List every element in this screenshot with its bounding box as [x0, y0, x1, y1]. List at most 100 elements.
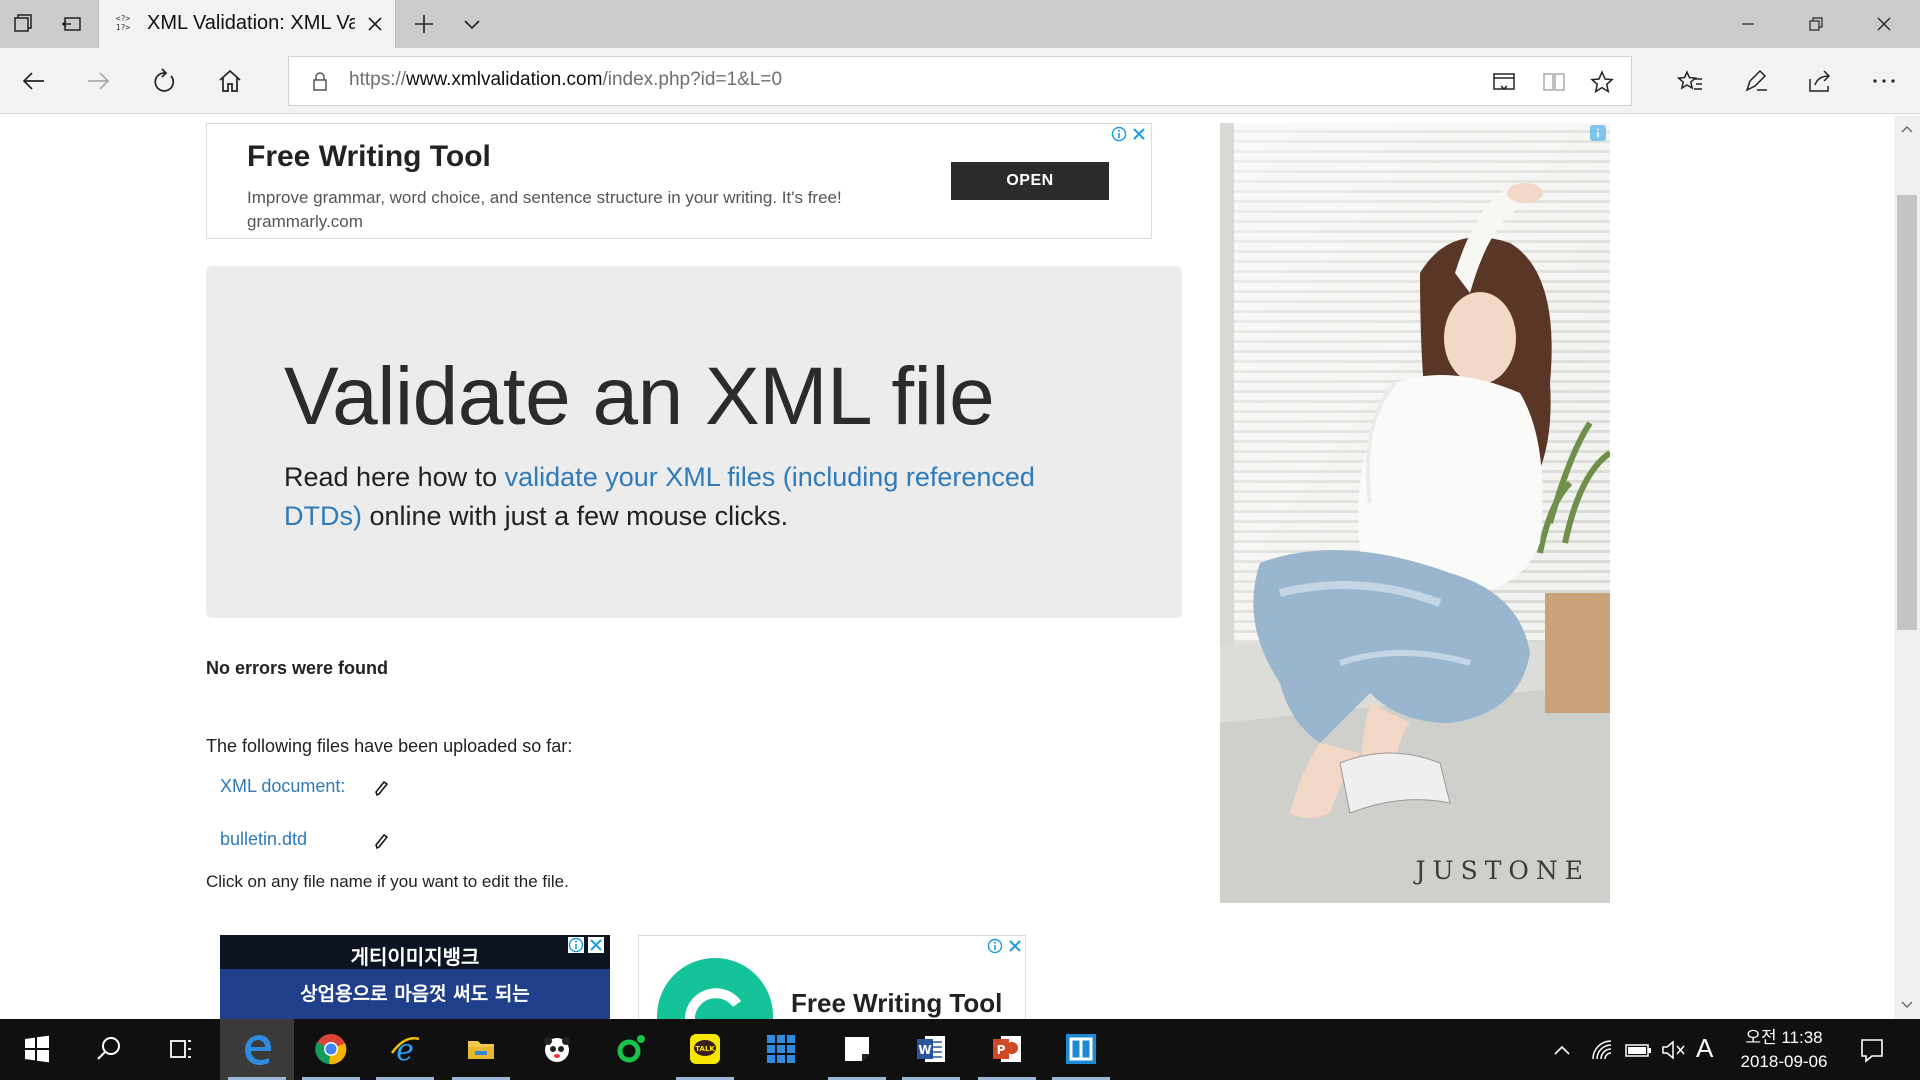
favorite-star-icon[interactable]: [1589, 69, 1615, 95]
web-note-pen-icon[interactable]: [1742, 67, 1770, 95]
task-view-button[interactable]: [144, 1019, 218, 1080]
grammarly-ad-bottom[interactable]: Free Writing Tool: [638, 935, 1026, 1019]
task-view-icon: [170, 1040, 191, 1058]
taskbar-sticky-notes[interactable]: [820, 1019, 894, 1080]
tab-active[interactable]: <?> 1?> XML Validation: XML Va: [98, 0, 396, 48]
ad-domain[interactable]: grammarly.com: [247, 212, 363, 232]
navigation-bar: https://www.xmlvalidation.com/index.php?…: [0, 48, 1920, 114]
grammarly-ad-top[interactable]: Free Writing Tool Improve grammar, word …: [206, 123, 1152, 239]
share-icon[interactable]: [1806, 67, 1834, 95]
taskbar-game-app[interactable]: [520, 1019, 594, 1080]
lock-icon[interactable]: [309, 70, 331, 92]
page-scrollbar[interactable]: [1894, 115, 1920, 1019]
close-tab-icon[interactable]: [363, 12, 387, 36]
more-menu-icon[interactable]: [1870, 67, 1898, 95]
set-tabs-aside-icon[interactable]: [60, 12, 84, 36]
ad-title[interactable]: Free Writing Tool: [247, 140, 491, 174]
web-page: Free Writing Tool Improve grammar, word …: [0, 115, 1894, 1019]
adchoices-info-icon[interactable]: [1111, 126, 1127, 142]
kakaotalk-icon: TALK: [690, 1034, 720, 1064]
ad-description[interactable]: Improve grammar, word choice, and senten…: [247, 188, 842, 208]
edge-icon: [245, 1035, 271, 1065]
taskbar-edge[interactable]: [220, 1019, 294, 1080]
remote-desktop-icon: [1066, 1034, 1096, 1064]
action-center-notifications-icon[interactable]: [1858, 1036, 1886, 1064]
file-link-bulletin-dtd[interactable]: bulletin.dtd: [220, 829, 307, 850]
taskbar-powerpoint[interactable]: P: [970, 1019, 1044, 1080]
file-link-xml-document[interactable]: XML document:: [220, 776, 345, 797]
ad-open-button[interactable]: OPEN: [951, 162, 1109, 200]
windows-taskbar: e TALK W P A 오전 11:38 2018-09-06: [0, 1019, 1920, 1080]
adchoices-info-icon[interactable]: [568, 937, 584, 953]
edit-pencil-icon[interactable]: [372, 779, 390, 797]
tab-title: XML Validation: XML Va: [147, 12, 355, 34]
chrome-icon: [315, 1034, 347, 1065]
scroll-down-arrow-icon[interactable]: [1901, 999, 1913, 1011]
home-icon[interactable]: [216, 67, 244, 95]
refresh-icon[interactable]: [150, 67, 178, 95]
url-scheme: https://: [349, 69, 407, 90]
lead-text-after: online with just a few mouse clicks.: [361, 501, 789, 531]
svg-text:TALK: TALK: [695, 1045, 715, 1053]
url-path: /index.php?id=1&L=0: [602, 69, 783, 90]
internet-explorer-icon: e: [390, 1033, 420, 1065]
tab-preview-chevron-down-icon[interactable]: [460, 12, 484, 36]
fashion-image-ad[interactable]: JUSTONE: [1220, 123, 1610, 903]
volume-muted-icon[interactable]: [1660, 1039, 1686, 1061]
lead-text-before: Read here how to: [284, 462, 505, 492]
reading-view-icon[interactable]: [1541, 69, 1567, 95]
show-hidden-icons-chevron-up-icon[interactable]: [1552, 1041, 1572, 1059]
ad-close-icon[interactable]: [588, 937, 604, 953]
tab-sets-aside-icon[interactable]: [12, 12, 36, 36]
taskbar-word[interactable]: W: [894, 1019, 968, 1080]
panda-app-icon: [544, 1037, 570, 1062]
taskbar-search[interactable]: [72, 1019, 146, 1080]
taskbar-kakaotalk[interactable]: TALK: [668, 1019, 742, 1080]
close-window-icon[interactable]: [1870, 10, 1898, 38]
start-button[interactable]: [0, 1019, 74, 1080]
taskbar-chrome[interactable]: [294, 1019, 368, 1080]
hero-jumbotron: Validate an XML file Read here how to va…: [206, 266, 1182, 618]
minimize-icon[interactable]: [1734, 10, 1762, 38]
address-bar[interactable]: https://www.xmlvalidation.com/index.php?…: [288, 56, 1632, 106]
hero-lead: Read here how to validate your XML files…: [284, 458, 1084, 536]
scrollbar-thumb[interactable]: [1897, 195, 1917, 630]
word-icon: W: [917, 1036, 945, 1062]
taskbar-green-app[interactable]: [594, 1019, 668, 1080]
ad-close-icon[interactable]: [1131, 126, 1147, 142]
adchoices-info-icon[interactable]: [1590, 125, 1606, 141]
new-tab-icon[interactable]: [412, 12, 436, 36]
taskbar-remote-app[interactable]: [1044, 1019, 1118, 1080]
windows-logo-icon: [25, 1035, 49, 1063]
taskbar-file-explorer[interactable]: [444, 1019, 518, 1080]
adchoices-info-icon[interactable]: [987, 938, 1003, 954]
page-title: Validate an XML file: [284, 351, 995, 442]
ad-title[interactable]: Free Writing Tool: [791, 988, 1002, 1019]
taskbar-grid-app[interactable]: [744, 1019, 818, 1080]
sticky-notes-icon: [845, 1037, 869, 1061]
taskbar-clock[interactable]: 오전 11:38 2018-09-06: [1728, 1026, 1840, 1074]
powerpoint-icon: P: [993, 1036, 1021, 1062]
add-notes-icon[interactable]: [1491, 69, 1517, 95]
back-arrow-icon[interactable]: [20, 67, 48, 95]
clock-time: 오전 11:38: [1745, 1028, 1823, 1047]
forward-arrow-icon[interactable]: [84, 67, 112, 95]
favorites-hub-icon[interactable]: [1676, 67, 1704, 95]
folder-icon: [468, 1041, 494, 1059]
input-language-indicator[interactable]: A: [1696, 1033, 1713, 1080]
wifi-icon[interactable]: [1590, 1039, 1614, 1061]
ad-close-icon[interactable]: [1007, 938, 1023, 954]
scroll-up-arrow-icon[interactable]: [1901, 123, 1913, 135]
validation-result: No errors were found: [206, 658, 389, 678]
fashion-photo: JUSTONE: [1220, 123, 1610, 903]
url-text[interactable]: https://www.xmlvalidation.com/index.php?…: [349, 69, 782, 91]
restore-icon[interactable]: [1802, 10, 1830, 38]
green-ring-app-icon: [617, 1035, 645, 1063]
ad-kr-brand[interactable]: 게티이미지뱅크: [220, 941, 610, 970]
taskbar-internet-explorer[interactable]: e: [368, 1019, 442, 1080]
battery-icon[interactable]: [1624, 1041, 1652, 1059]
edit-pencil-icon[interactable]: [372, 832, 390, 850]
ad-kr-tagline[interactable]: 상업용으로 마음껏 써도 되는: [220, 979, 610, 1006]
search-icon: [97, 1037, 120, 1060]
gettyimages-bank-ad[interactable]: 게티이미지뱅크 상업용으로 마음껏 써도 되는: [220, 935, 610, 1019]
